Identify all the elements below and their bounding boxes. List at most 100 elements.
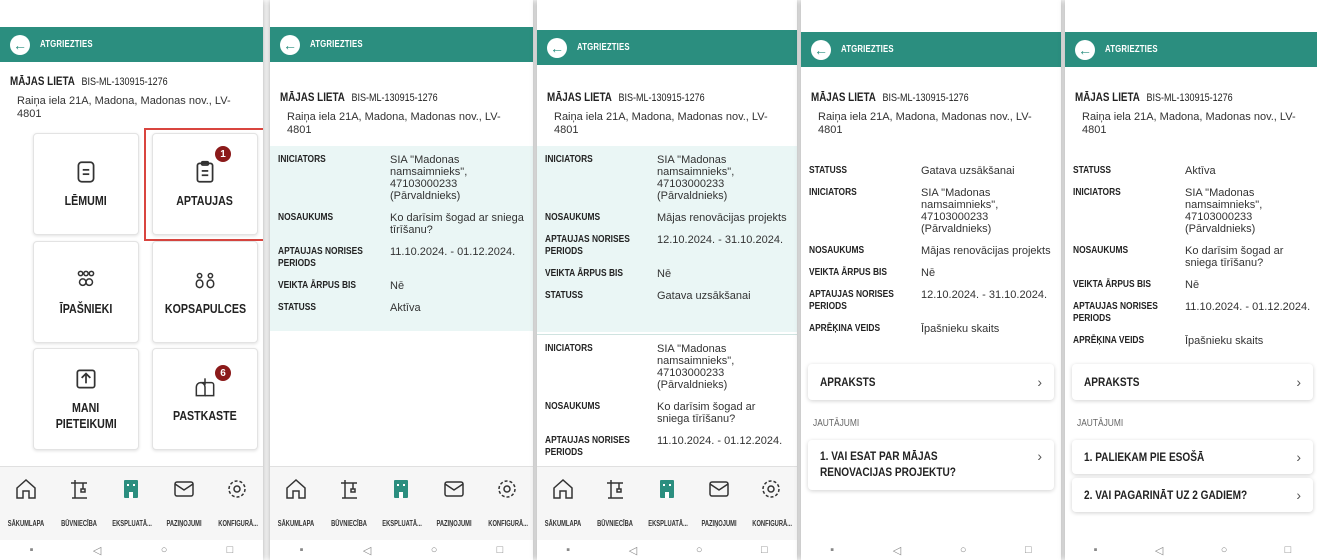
house-header: MĀJAS LIETA BIS-ML-130915-1276 Raiņa iela…	[547, 88, 789, 137]
back-arrow-icon[interactable]: ←	[1075, 39, 1095, 60]
house-header: MĀJAS LIETA BIS-ML-130915-1276 Raiņa iela…	[1075, 88, 1312, 137]
tile-ipasnieki[interactable]: ĪPAŠNIEKI	[33, 241, 139, 343]
tile-mani-pieteikumi[interactable]: MANI PIETEIKUMI	[33, 348, 139, 450]
system-dot-icon: ▪	[566, 544, 571, 556]
nav-label-ekspluata[interactable]: EKSPLUATĀ...	[648, 519, 688, 528]
system-recents-icon[interactable]: □	[1285, 544, 1292, 556]
value-nosaukums: Ko darīsim šogad ar sniega tīrīšanu?	[1185, 245, 1284, 269]
home-icon[interactable]	[551, 477, 575, 501]
label-iniciators: INICIATORS	[545, 154, 593, 165]
building-icon[interactable]	[389, 477, 413, 501]
building-icon[interactable]	[655, 477, 679, 501]
people-icon	[77, 270, 95, 287]
system-home-icon[interactable]: ○	[696, 544, 703, 556]
crane-icon[interactable]	[603, 477, 627, 501]
nav-label-sakumlapa[interactable]: SĀKUMLAPA	[278, 519, 315, 528]
house-address: Raiņa iela 21A, Madona, Madonas nov., LV…	[818, 111, 1032, 136]
gear-icon[interactable]	[495, 477, 519, 501]
jautajumi-heading: JAUTĀJUMI	[1077, 418, 1124, 429]
survey-item[interactable]: INICIATORS SIA "Madonas namsaimnieks", 47…	[270, 146, 533, 331]
nav-label-konfigura[interactable]: KONFIGURĀ...	[218, 519, 258, 528]
back-button-label[interactable]: ATGRIEZTIES	[40, 39, 93, 50]
question-card-1[interactable]: 1. PALIEKAM PIE ESOŠĀ ›	[1072, 440, 1313, 474]
question-card-2[interactable]: 2. VAI PAGARINĀT UZ 2 GADIEM? ›	[1072, 478, 1313, 512]
nav-label-sakumlapa[interactable]: SĀKUMLAPA	[544, 519, 581, 528]
crane-icon[interactable]	[67, 477, 91, 501]
house-title: MĀJAS LIETA BIS-ML-130915-1276	[811, 90, 969, 104]
pastkaste-badge: 6	[215, 365, 231, 381]
value-iniciators: SIA "Madonas namsaimnieks", 47103000233 …	[657, 343, 735, 391]
system-back-icon[interactable]: ◁	[629, 544, 637, 557]
home-icon[interactable]	[14, 477, 38, 501]
back-button-label[interactable]: ATGRIEZTIES	[1105, 44, 1158, 55]
screen-survey-detail-sniegs: ← ATGRIEZTIES MĀJAS LIETA BIS-ML-130915-1…	[1065, 0, 1317, 560]
upload-icon	[76, 369, 96, 389]
survey-item-sniegs[interactable]: INICIATORS SIA "Madonas namsaimnieks", 47…	[537, 334, 797, 464]
system-back-icon[interactable]: ◁	[93, 544, 101, 557]
back-button-label[interactable]: ATGRIEZTIES	[841, 44, 894, 55]
tile-mani-label-2: PIETEIKUMI	[55, 416, 117, 431]
system-back-icon[interactable]: ◁	[1155, 544, 1163, 557]
envelope-icon[interactable]	[172, 477, 196, 501]
system-home-icon[interactable]: ○	[960, 544, 967, 556]
system-back-icon[interactable]: ◁	[893, 544, 901, 557]
house-address: Raiņa iela 21A, Madona, Madonas nov., LV…	[17, 95, 231, 120]
nav-label-buvnieciba[interactable]: BŪVNIECĪBA	[60, 519, 97, 528]
system-recents-icon[interactable]: □	[761, 544, 768, 556]
question-text-1: 1. PALIEKAM PIE ESOŠĀ	[1084, 450, 1205, 464]
value-statuss: Aktīva	[1185, 165, 1216, 177]
nav-label-pazinojumi[interactable]: PAZIŅOJUMI	[165, 519, 202, 528]
back-button-label[interactable]: ATGRIEZTIES	[577, 42, 630, 53]
document-icon	[77, 161, 95, 183]
tile-kopsapulces[interactable]: KOPSAPULCES	[152, 241, 258, 343]
tile-kopsapulces-label: KOPSAPULCES	[164, 301, 246, 316]
value-arpus-bis: Nē	[921, 267, 936, 279]
selection-highlight	[144, 128, 263, 241]
apraksts-card[interactable]: APRAKSTS ›	[808, 364, 1054, 400]
nav-label-sakumlapa[interactable]: SĀKUMLAPA	[8, 519, 45, 528]
question-card-1[interactable]: 1. VAI ESAT PAR MĀJAS RENOVACIJAS PROJEK…	[808, 440, 1054, 490]
back-button-label[interactable]: ATGRIEZTIES	[310, 39, 363, 50]
screen-survey-detail-renovacija: ← ATGRIEZTIES MĀJAS LIETA BIS-ML-130915-1…	[801, 0, 1061, 560]
back-arrow-icon[interactable]: ←	[10, 34, 30, 55]
system-nav-bar: ▪ ◁ ○ □	[270, 540, 533, 560]
system-back-icon[interactable]: ◁	[363, 544, 371, 557]
gear-icon[interactable]	[225, 477, 249, 501]
value-arpus-bis: Nē	[1185, 279, 1200, 291]
apraksts-card[interactable]: APRAKSTS ›	[1072, 364, 1313, 400]
system-recents-icon[interactable]: □	[497, 544, 504, 556]
nav-label-konfigura[interactable]: KONFIGURĀ...	[488, 519, 528, 528]
home-icon[interactable]	[284, 477, 308, 501]
label-arpus-bis: VEIKTA ĀRPUS BIS	[809, 267, 887, 278]
survey-item-renovacija[interactable]: INICIATORS SIA "Madonas namsaimnieks", 47…	[537, 146, 797, 332]
house-title: MĀJAS LIETA BIS-ML-130915-1276	[10, 74, 168, 88]
building-icon[interactable]	[119, 477, 143, 501]
nav-label-ekspluata[interactable]: EKSPLUATĀ...	[383, 519, 423, 528]
back-arrow-icon[interactable]: ←	[811, 39, 831, 60]
nav-label-ekspluata[interactable]: EKSPLUATĀ...	[113, 519, 153, 528]
nav-label-buvnieciba[interactable]: BŪVNIECĪBA	[330, 519, 367, 528]
nav-label-konfigura[interactable]: KONFIGURĀ...	[752, 519, 792, 528]
nav-label-pazinojumi[interactable]: PAZIŅOJUMI	[700, 519, 737, 528]
system-recents-icon[interactable]: □	[1025, 544, 1032, 556]
tile-pastkaste[interactable]: PASTKASTE 6	[152, 348, 258, 450]
nav-label-buvnieciba[interactable]: BŪVNIECĪBA	[596, 519, 633, 528]
top-bar: ← ATGRIEZTIES	[270, 27, 533, 62]
label-periods: APTAUJAS NORISES PERIODS	[278, 246, 363, 269]
gear-icon[interactable]	[759, 477, 783, 501]
bottom-nav: SĀKUMLAPA BŪVNIECĪBA EKSPLUATĀ... PAZIŅO…	[537, 466, 797, 544]
envelope-icon[interactable]	[442, 477, 466, 501]
tile-lemumi[interactable]: LĒMUMI	[33, 133, 139, 235]
value-periods: 11.10.2024. - 01.12.2024.	[390, 246, 516, 258]
crane-icon[interactable]	[337, 477, 361, 501]
envelope-icon[interactable]	[707, 477, 731, 501]
chevron-right-icon: ›	[1037, 374, 1042, 390]
back-arrow-icon[interactable]: ←	[547, 37, 567, 58]
back-arrow-icon[interactable]: ←	[280, 34, 300, 55]
system-recents-icon[interactable]: □	[227, 544, 234, 556]
system-home-icon[interactable]: ○	[431, 544, 438, 556]
system-home-icon[interactable]: ○	[1221, 544, 1228, 556]
screen-survey-list-1: ← ATGRIEZTIES MĀJAS LIETA BIS-ML-130915-1…	[270, 0, 533, 560]
nav-label-pazinojumi[interactable]: PAZIŅOJUMI	[435, 519, 472, 528]
system-home-icon[interactable]: ○	[161, 544, 168, 556]
